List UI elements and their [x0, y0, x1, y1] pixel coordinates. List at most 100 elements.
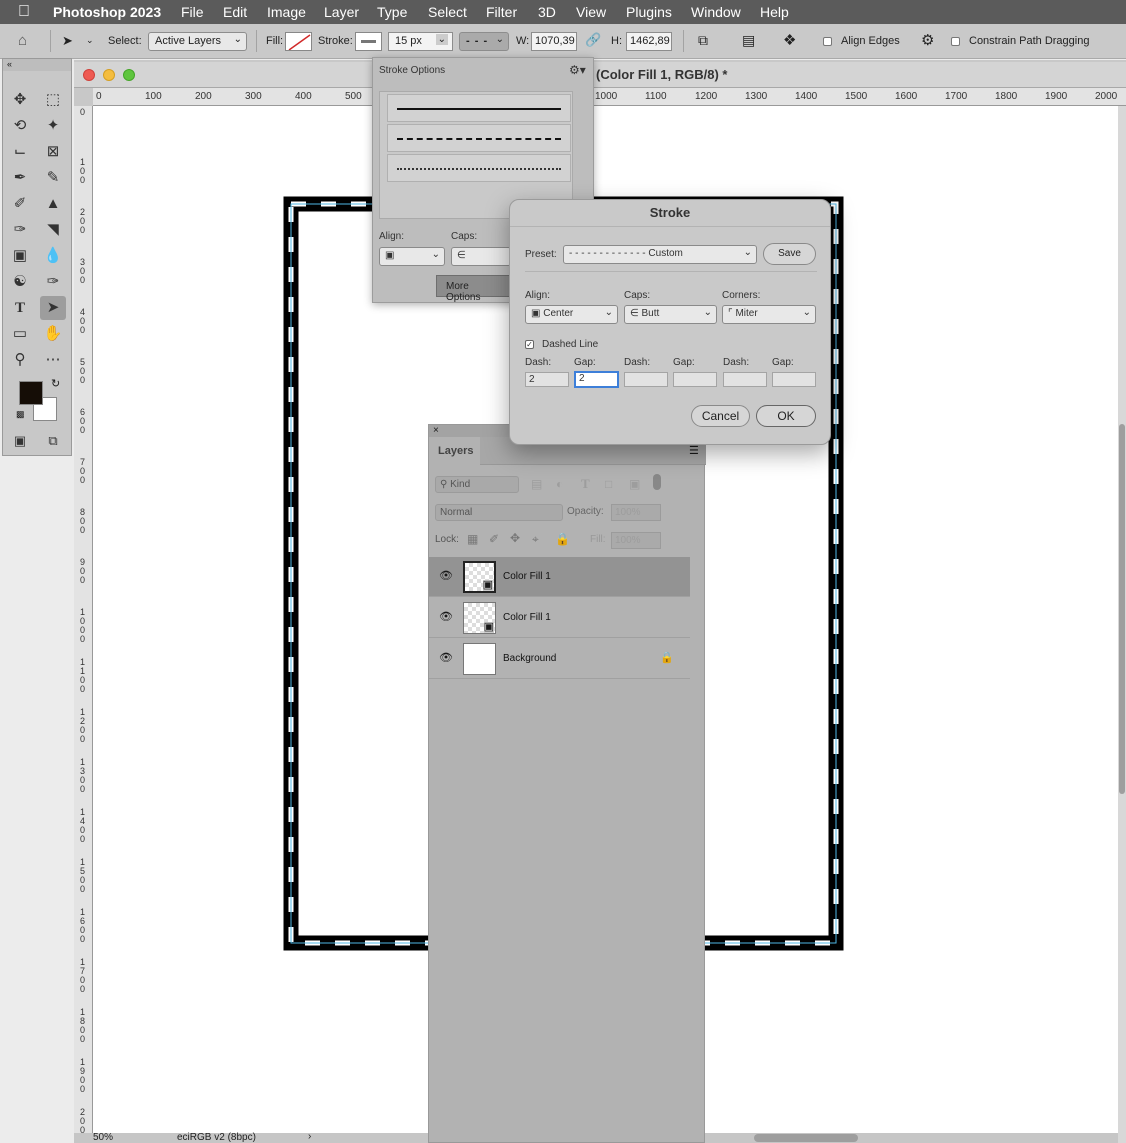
- swap-colors-icon[interactable]: ↻: [51, 377, 60, 390]
- lock-icon[interactable]: 🔒: [660, 651, 674, 664]
- menu-image[interactable]: Image: [267, 4, 306, 20]
- solid-line-option[interactable]: [387, 94, 571, 122]
- fill-swatch[interactable]: [285, 32, 312, 51]
- history-brush-icon[interactable]: ✑: [7, 218, 33, 242]
- corners-dropdown[interactable]: ⌜ Miter ⌄: [722, 305, 816, 324]
- more-tools-icon[interactable]: ⋯: [40, 348, 66, 372]
- opacity-input[interactable]: 100%: [611, 504, 661, 521]
- quick-mask-icon[interactable]: ▣: [7, 429, 33, 453]
- caps-dropdown[interactable]: ∈ Butt ⌄: [624, 305, 717, 324]
- menu-layer[interactable]: Layer: [324, 4, 359, 20]
- lock-all-icon[interactable]: 🔒: [555, 532, 570, 546]
- menu-window[interactable]: Window: [691, 4, 741, 20]
- type-tool-icon[interactable]: T: [7, 296, 33, 320]
- layer-row[interactable]: 👁 ▣ Color Fill 1: [429, 598, 690, 638]
- lock-pixels-icon[interactable]: ✐: [489, 532, 499, 546]
- path-operations-icon[interactable]: ⧉: [698, 32, 708, 49]
- marquee-tool-icon[interactable]: ⬚: [40, 88, 66, 112]
- blend-mode-dropdown[interactable]: Normal: [435, 504, 563, 521]
- width-input[interactable]: 1070,39: [531, 32, 577, 51]
- align-edges-checkbox[interactable]: [823, 37, 832, 46]
- eraser-tool-icon[interactable]: ◥: [40, 218, 66, 242]
- more-options-button[interactable]: More Options: [436, 275, 516, 303]
- fill-input[interactable]: 100%: [611, 532, 661, 549]
- dodge-tool-icon[interactable]: ☯: [7, 270, 33, 294]
- layer-row[interactable]: 👁 ▣ Color Fill 1: [429, 557, 690, 597]
- zoom-level[interactable]: 50%: [93, 1132, 113, 1143]
- vertical-scrollbar[interactable]: [1118, 106, 1126, 1143]
- menu-help[interactable]: Help: [760, 4, 789, 20]
- path-alignment-icon[interactable]: ▤: [742, 32, 755, 49]
- stamp-tool-icon[interactable]: ▲: [40, 192, 66, 216]
- caps-dropdown[interactable]: ∈: [451, 247, 511, 266]
- pen-tool-icon[interactable]: ✑: [40, 270, 66, 294]
- foreground-color-swatch-front[interactable]: [19, 381, 43, 405]
- default-colors-icon[interactable]: ▩: [16, 409, 25, 420]
- constrain-path-checkbox[interactable]: [951, 37, 960, 46]
- apple-menu-icon[interactable]: : [18, 3, 30, 21]
- filter-toggle[interactable]: [653, 474, 661, 490]
- app-menu[interactable]: Photoshop 2023: [53, 4, 161, 20]
- zoom-tool-icon[interactable]: ⚲: [7, 348, 33, 372]
- eye-icon[interactable]: 👁: [439, 610, 453, 623]
- stroke-type-dropdown[interactable]: - - - ⌄: [459, 32, 509, 51]
- menu-file[interactable]: File: [181, 4, 204, 20]
- chevron-right-icon[interactable]: ›: [308, 1131, 311, 1142]
- lock-artboard-icon[interactable]: ⌖: [532, 532, 539, 547]
- eyedropper-icon[interactable]: ✒: [7, 166, 33, 190]
- dashed-line-option[interactable]: [387, 124, 571, 152]
- gap-3-input[interactable]: [772, 372, 816, 387]
- menu-view[interactable]: View: [576, 4, 606, 20]
- adjustment-filter-icon[interactable]: ◐: [556, 477, 563, 491]
- stroke-swatch[interactable]: [355, 32, 382, 51]
- chevron-down-icon[interactable]: ⌄: [86, 35, 94, 46]
- dash-1-input[interactable]: 2: [525, 372, 569, 387]
- move-tool-icon[interactable]: ✥: [7, 88, 33, 112]
- menu-type[interactable]: Type: [377, 4, 407, 20]
- type-filter-icon[interactable]: T: [581, 476, 590, 492]
- gap-2-input[interactable]: [673, 372, 717, 387]
- magic-wand-icon[interactable]: ✦: [40, 114, 66, 138]
- path-arrangement-icon[interactable]: ❖: [783, 31, 796, 49]
- gear-icon[interactable]: ⚙▾: [569, 63, 586, 77]
- stroke-width-input[interactable]: 15 px ⌄: [388, 32, 453, 51]
- home-icon[interactable]: ⌂: [18, 32, 27, 49]
- shape-filter-icon[interactable]: □: [605, 477, 612, 491]
- crop-tool-icon[interactable]: ⌙: [7, 140, 33, 164]
- menu-edit[interactable]: Edit: [223, 4, 247, 20]
- link-icon[interactable]: 🔗: [585, 32, 601, 48]
- save-button[interactable]: Save: [763, 243, 816, 265]
- layer-row[interactable]: 👁 Background 🔒: [429, 639, 690, 679]
- ruler-vertical[interactable]: 0 1 0 0 2 0 0 3 0 0 4 0 0 5 0 0 6 0 0 7 0 0 8 0 …: [74, 106, 93, 1143]
- healing-brush-icon[interactable]: ✎: [40, 166, 66, 190]
- height-input[interactable]: 1462,89: [626, 32, 672, 51]
- minimize-window-button[interactable]: [103, 69, 115, 81]
- lock-transparency-icon[interactable]: ▦: [467, 532, 478, 546]
- layer-name[interactable]: Color Fill 1: [503, 571, 551, 582]
- close-window-button[interactable]: [83, 69, 95, 81]
- path-selection-tool-icon[interactable]: ➤: [62, 33, 73, 49]
- lock-position-icon[interactable]: ✥: [510, 531, 520, 545]
- eye-icon[interactable]: 👁: [439, 569, 453, 582]
- lasso-tool-icon[interactable]: ⟲: [7, 114, 33, 138]
- color-profile[interactable]: eciRGB v2 (8bpc): [177, 1132, 256, 1143]
- screen-mode-icon[interactable]: ⧉: [40, 429, 66, 453]
- gap-1-input[interactable]: 2: [574, 371, 619, 388]
- dotted-line-option[interactable]: [387, 154, 571, 182]
- horizontal-scrollbar-thumb[interactable]: [754, 1134, 858, 1142]
- menu-filter[interactable]: Filter: [486, 4, 517, 20]
- align-dropdown[interactable]: ▣ Center ⌄: [525, 305, 618, 324]
- frame-tool-icon[interactable]: ⊠: [40, 140, 66, 164]
- select-dropdown[interactable]: Active Layers ⌄: [148, 32, 247, 51]
- align-dropdown[interactable]: ▣ ⌄: [379, 247, 445, 266]
- dashed-line-checkbox[interactable]: ✓: [525, 340, 534, 349]
- direct-selection-tool-icon[interactable]: ➤: [40, 296, 66, 320]
- dash-3-input[interactable]: [723, 372, 767, 387]
- ruler-horizontal[interactable]: 0 100 200 300 400 500 1000 1100 1200 130…: [93, 88, 1126, 106]
- panel-menu-icon[interactable]: ☰: [689, 444, 699, 457]
- menu-3d[interactable]: 3D: [538, 4, 556, 20]
- layer-name[interactable]: Color Fill 1: [503, 612, 551, 623]
- collapse-icon[interactable]: «: [3, 59, 71, 71]
- cancel-button[interactable]: Cancel: [691, 405, 750, 427]
- scrollbar-thumb[interactable]: [1119, 424, 1125, 794]
